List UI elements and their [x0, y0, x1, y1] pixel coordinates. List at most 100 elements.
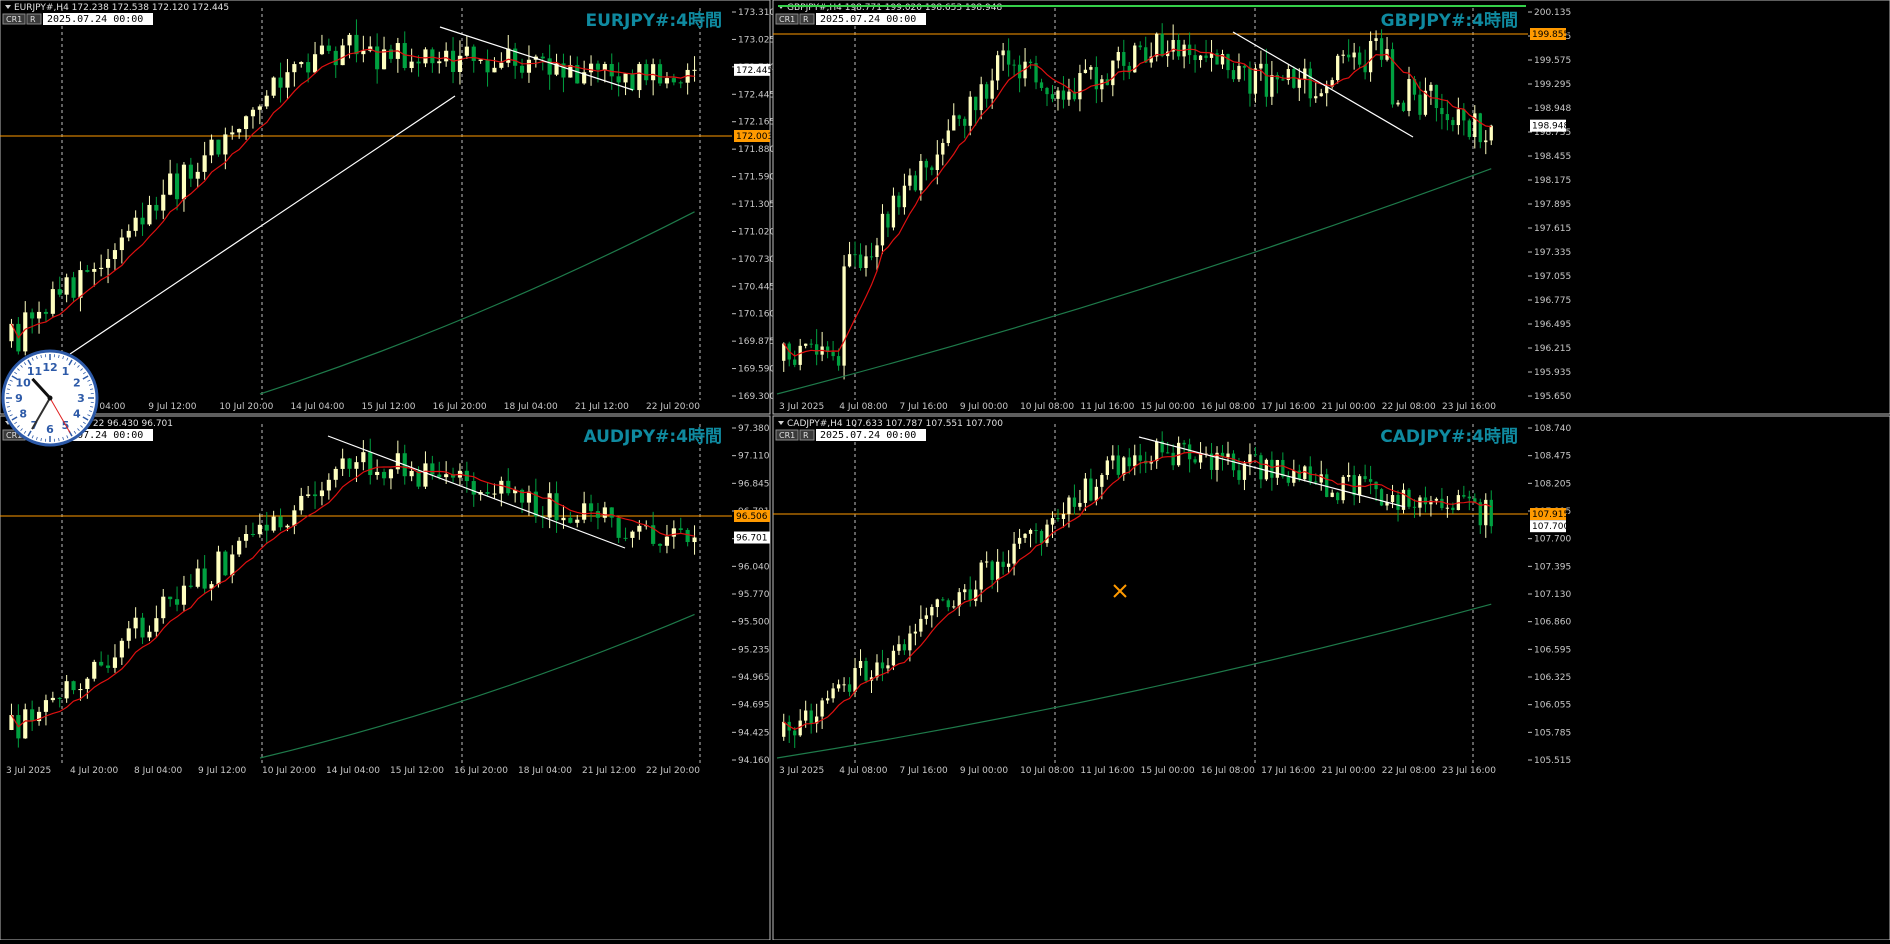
candle-body: [1396, 495, 1399, 510]
candle-body: [1374, 38, 1377, 41]
candle-body: [465, 47, 469, 56]
candle-body: [106, 259, 110, 268]
x-axis-label: 8 Jul 04:00: [134, 766, 183, 776]
x-axis-label: 16 Jul 08:00: [1201, 402, 1255, 412]
chart-pane-audjpy[interactable]: 97.38097.11096.84596.70196.30596.04095.7…: [0, 416, 770, 940]
candle-body: [113, 250, 117, 259]
chart-pane-gbpjpy[interactable]: 200.135199.855199.575199.295198.948198.7…: [773, 0, 1890, 414]
candle-body: [251, 534, 255, 535]
x-axis-label: 7 Jul 16:00: [900, 402, 949, 412]
y-axis-label: 94.695: [738, 701, 770, 711]
candle-body: [1380, 489, 1383, 505]
candle-body: [952, 115, 955, 130]
level-tag-text: 107.915: [1532, 510, 1569, 520]
badge-label: CR1: [779, 431, 795, 440]
candle-body: [1292, 471, 1295, 483]
candle-body: [85, 270, 89, 272]
candle-body: [134, 218, 138, 231]
candle-body: [1473, 113, 1476, 137]
y-axis-label: 171.020: [738, 227, 775, 237]
candle-body: [196, 568, 200, 586]
date-box-text: 2025.07.24 00:00: [820, 14, 916, 25]
candle-body: [1336, 493, 1339, 500]
candle-body: [1347, 55, 1350, 58]
candle-body: [37, 312, 41, 319]
candle-body: [1248, 68, 1251, 94]
x-axis-label: 22 Jul 08:00: [1382, 402, 1436, 412]
candle-body: [1067, 498, 1070, 514]
pane-frame: [773, 0, 1890, 414]
candle-body: [299, 496, 303, 510]
candle-body: [1095, 487, 1098, 501]
candle-body: [1155, 441, 1158, 461]
candle-body: [848, 684, 851, 692]
candle-body: [1342, 477, 1345, 500]
candle-body: [1331, 493, 1334, 497]
candle-body: [1314, 96, 1317, 98]
candle-body: [1468, 497, 1471, 499]
candle-body: [810, 711, 813, 724]
candle-body: [974, 97, 977, 110]
candle-body: [1363, 476, 1366, 479]
y-axis-label: 97.380: [738, 424, 770, 434]
candle-body: [837, 684, 840, 688]
candle-body: [251, 110, 255, 116]
candle-body: [969, 589, 972, 601]
candle-body: [980, 563, 983, 590]
y-axis-label: 169.590: [738, 365, 775, 375]
x-axis-label: 16 Jul 20:00: [454, 766, 508, 776]
candle-body: [237, 541, 241, 555]
candle-body: [870, 256, 873, 257]
y-axis-label: 169.875: [738, 337, 775, 347]
y-axis-label: 94.965: [738, 673, 770, 683]
analog-clock[interactable]: 121234567891011: [3, 351, 97, 445]
candle-body: [1336, 56, 1339, 80]
candle-body: [272, 78, 276, 96]
y-axis-label: 170.160: [738, 310, 775, 320]
y-axis-label: 108.205: [1534, 479, 1571, 489]
y-axis-label: 195.935: [1534, 368, 1571, 378]
candle-body: [230, 554, 234, 575]
chart-pane-eurjpy[interactable]: 173.310173.025172.740172.445172.165171.8…: [0, 0, 775, 414]
candle-body: [793, 360, 796, 365]
candle-body: [320, 46, 324, 55]
candle-body: [285, 72, 289, 87]
candle-body: [665, 78, 669, 83]
x-axis-label: 11 Jul 16:00: [1080, 402, 1134, 412]
candle-body: [1128, 457, 1131, 466]
candle-body: [134, 618, 138, 629]
candle-body: [1237, 470, 1240, 480]
y-axis-label: 105.785: [1534, 728, 1571, 738]
candle-body: [65, 681, 69, 698]
candle-body: [925, 615, 928, 619]
candle-body: [996, 55, 999, 80]
candle-body: [930, 167, 933, 170]
x-axis-label: 21 Jul 12:00: [582, 766, 636, 776]
x-axis-label: 10 Jul 20:00: [219, 402, 273, 412]
candle-body: [285, 526, 289, 528]
candle-body: [382, 472, 386, 478]
candle-body: [1320, 474, 1323, 482]
candle-body: [936, 155, 939, 170]
candle-body: [444, 51, 448, 62]
candle-body: [1380, 38, 1383, 60]
y-axis-label: 197.335: [1534, 248, 1571, 258]
candle-body: [1352, 53, 1355, 58]
candle-body: [1155, 34, 1158, 57]
candle-body: [1298, 471, 1301, 480]
y-axis-label: 198.175: [1534, 176, 1571, 186]
y-axis-label: 106.325: [1534, 673, 1571, 683]
candle-body: [1182, 443, 1185, 445]
candle-body: [925, 161, 928, 168]
clock-number: 1: [62, 365, 70, 378]
candle-body: [958, 115, 961, 118]
candle-body: [958, 592, 961, 606]
candle-body: [175, 174, 179, 200]
candle-body: [1435, 499, 1438, 501]
chart-pane-cadjpy[interactable]: 108.740108.475108.205107.915107.700107.3…: [773, 416, 1890, 940]
candle-body: [1309, 69, 1312, 99]
price-tag-text: 96.701: [736, 534, 768, 544]
candle-body: [1172, 453, 1175, 465]
x-axis-label: 21 Jul 12:00: [575, 402, 629, 412]
candle-body: [686, 530, 690, 542]
